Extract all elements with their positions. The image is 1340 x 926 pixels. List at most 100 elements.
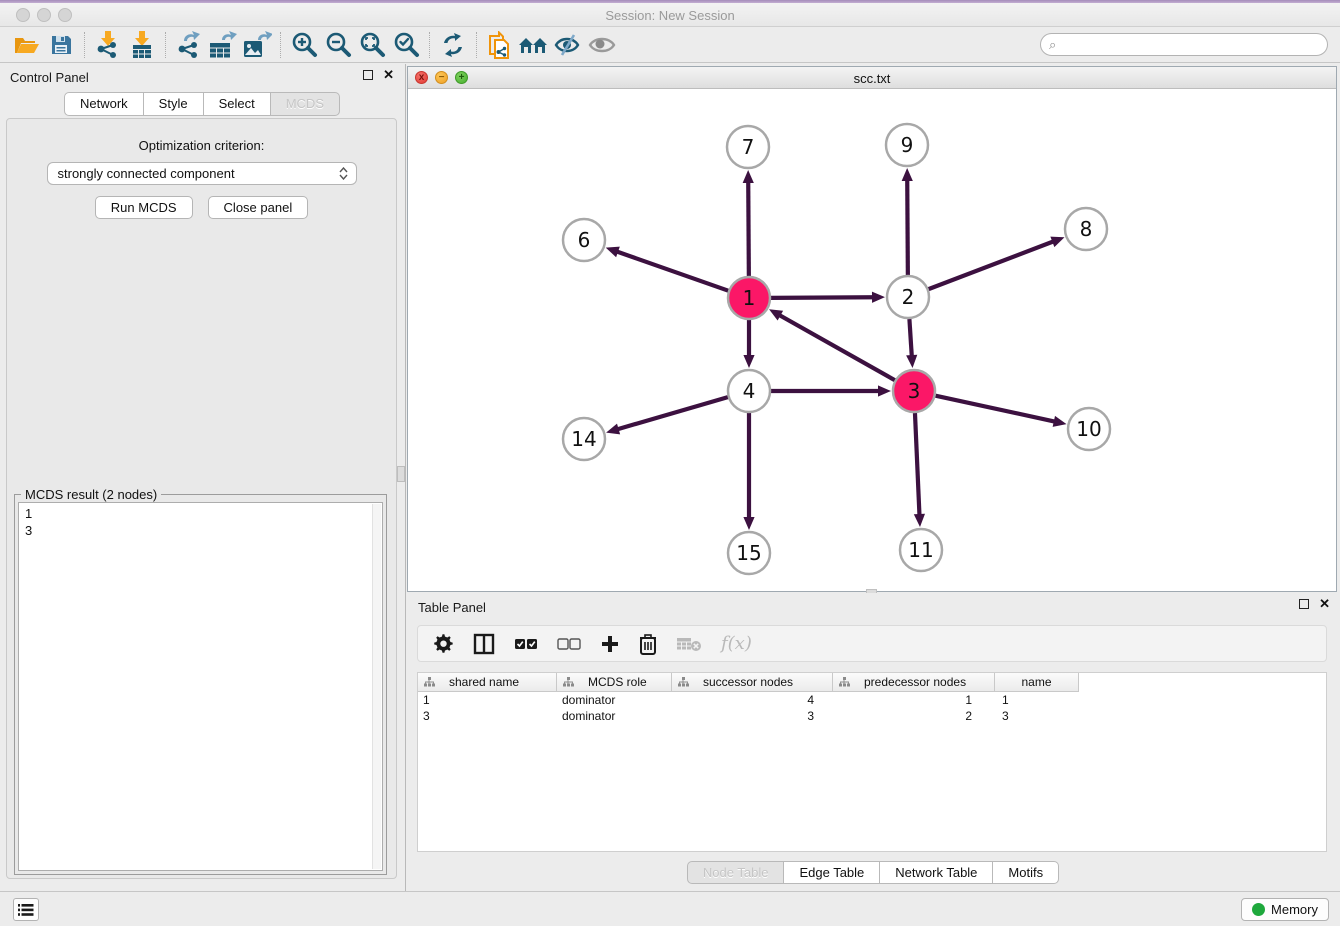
zoom-fit-icon[interactable] <box>355 30 389 60</box>
table-cell[interactable]: 1 <box>418 692 557 708</box>
memory-button[interactable]: Memory <box>1241 898 1329 921</box>
panel-splitter-handle[interactable] <box>397 466 405 482</box>
table-panel-title: Table Panel <box>418 600 486 615</box>
zoom-selected-icon[interactable] <box>389 30 423 60</box>
table-cell[interactable]: dominator <box>557 692 672 708</box>
graph-edge[interactable] <box>915 413 920 516</box>
close-table-panel-icon[interactable]: ✕ <box>1319 599 1330 609</box>
table-cell[interactable]: 3 <box>418 708 557 724</box>
result-scrollbar[interactable] <box>372 504 381 869</box>
column-header-shared-name[interactable]: shared name <box>418 673 557 692</box>
task-history-button[interactable] <box>13 898 39 921</box>
control-panel-tabs: Network Style Select MCDS <box>0 92 404 116</box>
column-header-mcds-role[interactable]: MCDS role <box>557 673 672 692</box>
node-table-body: 1dominator4113dominator323 <box>418 692 1326 724</box>
float-table-panel-icon[interactable] <box>1299 599 1309 609</box>
table-row[interactable]: 1dominator411 <box>418 692 1326 708</box>
run-mcds-button[interactable]: Run MCDS <box>95 196 193 219</box>
export-image-icon[interactable] <box>240 30 274 60</box>
deselect-all-icon[interactable] <box>557 637 581 651</box>
graph-node-label: 15 <box>736 541 761 565</box>
network-window: x − + scc.txt 7968124314101511 <box>407 66 1337 592</box>
table-cell[interactable]: 3 <box>672 708 833 724</box>
refresh-layout-icon[interactable] <box>436 30 470 60</box>
search-input[interactable] <box>1056 36 1327 54</box>
tab-network-table[interactable]: Network Table <box>880 861 993 884</box>
select-all-icon[interactable] <box>514 637 538 651</box>
delete-column-icon[interactable] <box>639 633 657 655</box>
table-cell[interactable]: dominator <box>557 708 672 724</box>
graph-edge[interactable] <box>748 181 749 276</box>
first-neighbors-icon[interactable] <box>517 30 551 60</box>
delete-table-icon[interactable] <box>676 635 702 653</box>
zoom-out-icon[interactable] <box>321 30 355 60</box>
settings-gear-icon[interactable] <box>434 634 454 654</box>
graph-edge[interactable] <box>779 315 895 381</box>
graph-edge-arrow <box>878 385 891 396</box>
new-network-from-selection-icon[interactable] <box>483 30 517 60</box>
table-panel: Table Panel ✕ f(x) <box>406 593 1340 891</box>
graph-node-label: 8 <box>1080 217 1093 241</box>
graph-edge[interactable] <box>935 396 1055 422</box>
search-field[interactable]: ⌕ <box>1040 33 1328 56</box>
table-cell[interactable]: 1 <box>995 692 1079 708</box>
close-panel-icon[interactable]: ✕ <box>383 70 394 80</box>
window-titlebar: Session: New Session <box>0 3 1340 27</box>
tab-network[interactable]: Network <box>64 92 144 116</box>
toolbar-separator <box>165 32 166 58</box>
import-table-icon[interactable] <box>125 30 159 60</box>
table-cell[interactable]: 2 <box>833 708 995 724</box>
memory-label: Memory <box>1271 902 1318 917</box>
import-network-icon[interactable] <box>91 30 125 60</box>
graph-edge[interactable] <box>617 397 728 429</box>
graph-edge-arrow <box>743 170 754 183</box>
table-cell[interactable]: 4 <box>672 692 833 708</box>
tab-node-table[interactable]: Node Table <box>687 861 785 884</box>
list-icon <box>18 903 34 917</box>
graph-edge[interactable] <box>907 179 908 275</box>
optimization-criterion-label: Optimization criterion: <box>7 138 396 153</box>
graph-edge-arrow <box>906 355 917 368</box>
network-graph[interactable]: 7968124314101511 <box>408 89 1336 591</box>
mcds-result-line: 3 <box>25 522 382 539</box>
open-session-icon[interactable] <box>10 30 44 60</box>
zoom-in-icon[interactable] <box>287 30 321 60</box>
graph-edge[interactable] <box>771 297 874 298</box>
export-network-icon[interactable] <box>172 30 206 60</box>
add-column-icon[interactable] <box>600 634 620 654</box>
table-cell[interactable]: 1 <box>833 692 995 708</box>
tab-edge-table[interactable]: Edge Table <box>784 861 880 884</box>
network-window-titlebar[interactable]: x − + scc.txt <box>408 67 1336 89</box>
hide-selected-icon[interactable] <box>551 30 585 60</box>
graph-edge-arrow <box>606 247 620 258</box>
column-visibility-icon[interactable] <box>473 633 495 655</box>
graph-edge[interactable] <box>909 319 911 357</box>
tab-select[interactable]: Select <box>204 92 271 116</box>
network-window-title: scc.txt <box>408 71 1336 86</box>
close-panel-button[interactable]: Close panel <box>208 196 309 219</box>
tab-mcds[interactable]: MCDS <box>271 92 340 116</box>
table-toolbar: f(x) <box>417 625 1327 662</box>
apply-function-icon[interactable]: f(x) <box>721 633 752 654</box>
column-header-predecessor-nodes[interactable]: predecessor nodes <box>833 673 995 692</box>
save-session-icon[interactable] <box>44 30 78 60</box>
tab-style[interactable]: Style <box>144 92 204 116</box>
column-header-name[interactable]: name <box>995 673 1079 692</box>
graph-node-label: 11 <box>908 538 933 562</box>
table-cell[interactable]: 3 <box>995 708 1079 724</box>
float-panel-icon[interactable] <box>363 70 373 80</box>
graph-edge[interactable] <box>616 251 728 290</box>
tab-motifs[interactable]: Motifs <box>993 861 1059 884</box>
graph-node-label: 14 <box>571 427 596 451</box>
column-header-successor-nodes[interactable]: successor nodes <box>672 673 833 692</box>
criterion-select[interactable]: strongly connected component <box>47 162 357 185</box>
graph-edge-arrow <box>914 514 925 527</box>
table-row[interactable]: 3dominator323 <box>418 708 1326 724</box>
mcds-result-list[interactable]: 13 <box>18 502 383 871</box>
column-type-icon <box>839 677 850 687</box>
show-all-icon[interactable] <box>585 30 619 60</box>
export-table-icon[interactable] <box>206 30 240 60</box>
network-canvas[interactable]: 7968124314101511 <box>408 89 1336 591</box>
graph-node-label: 1 <box>743 286 756 310</box>
graph-edge[interactable] <box>929 241 1055 289</box>
